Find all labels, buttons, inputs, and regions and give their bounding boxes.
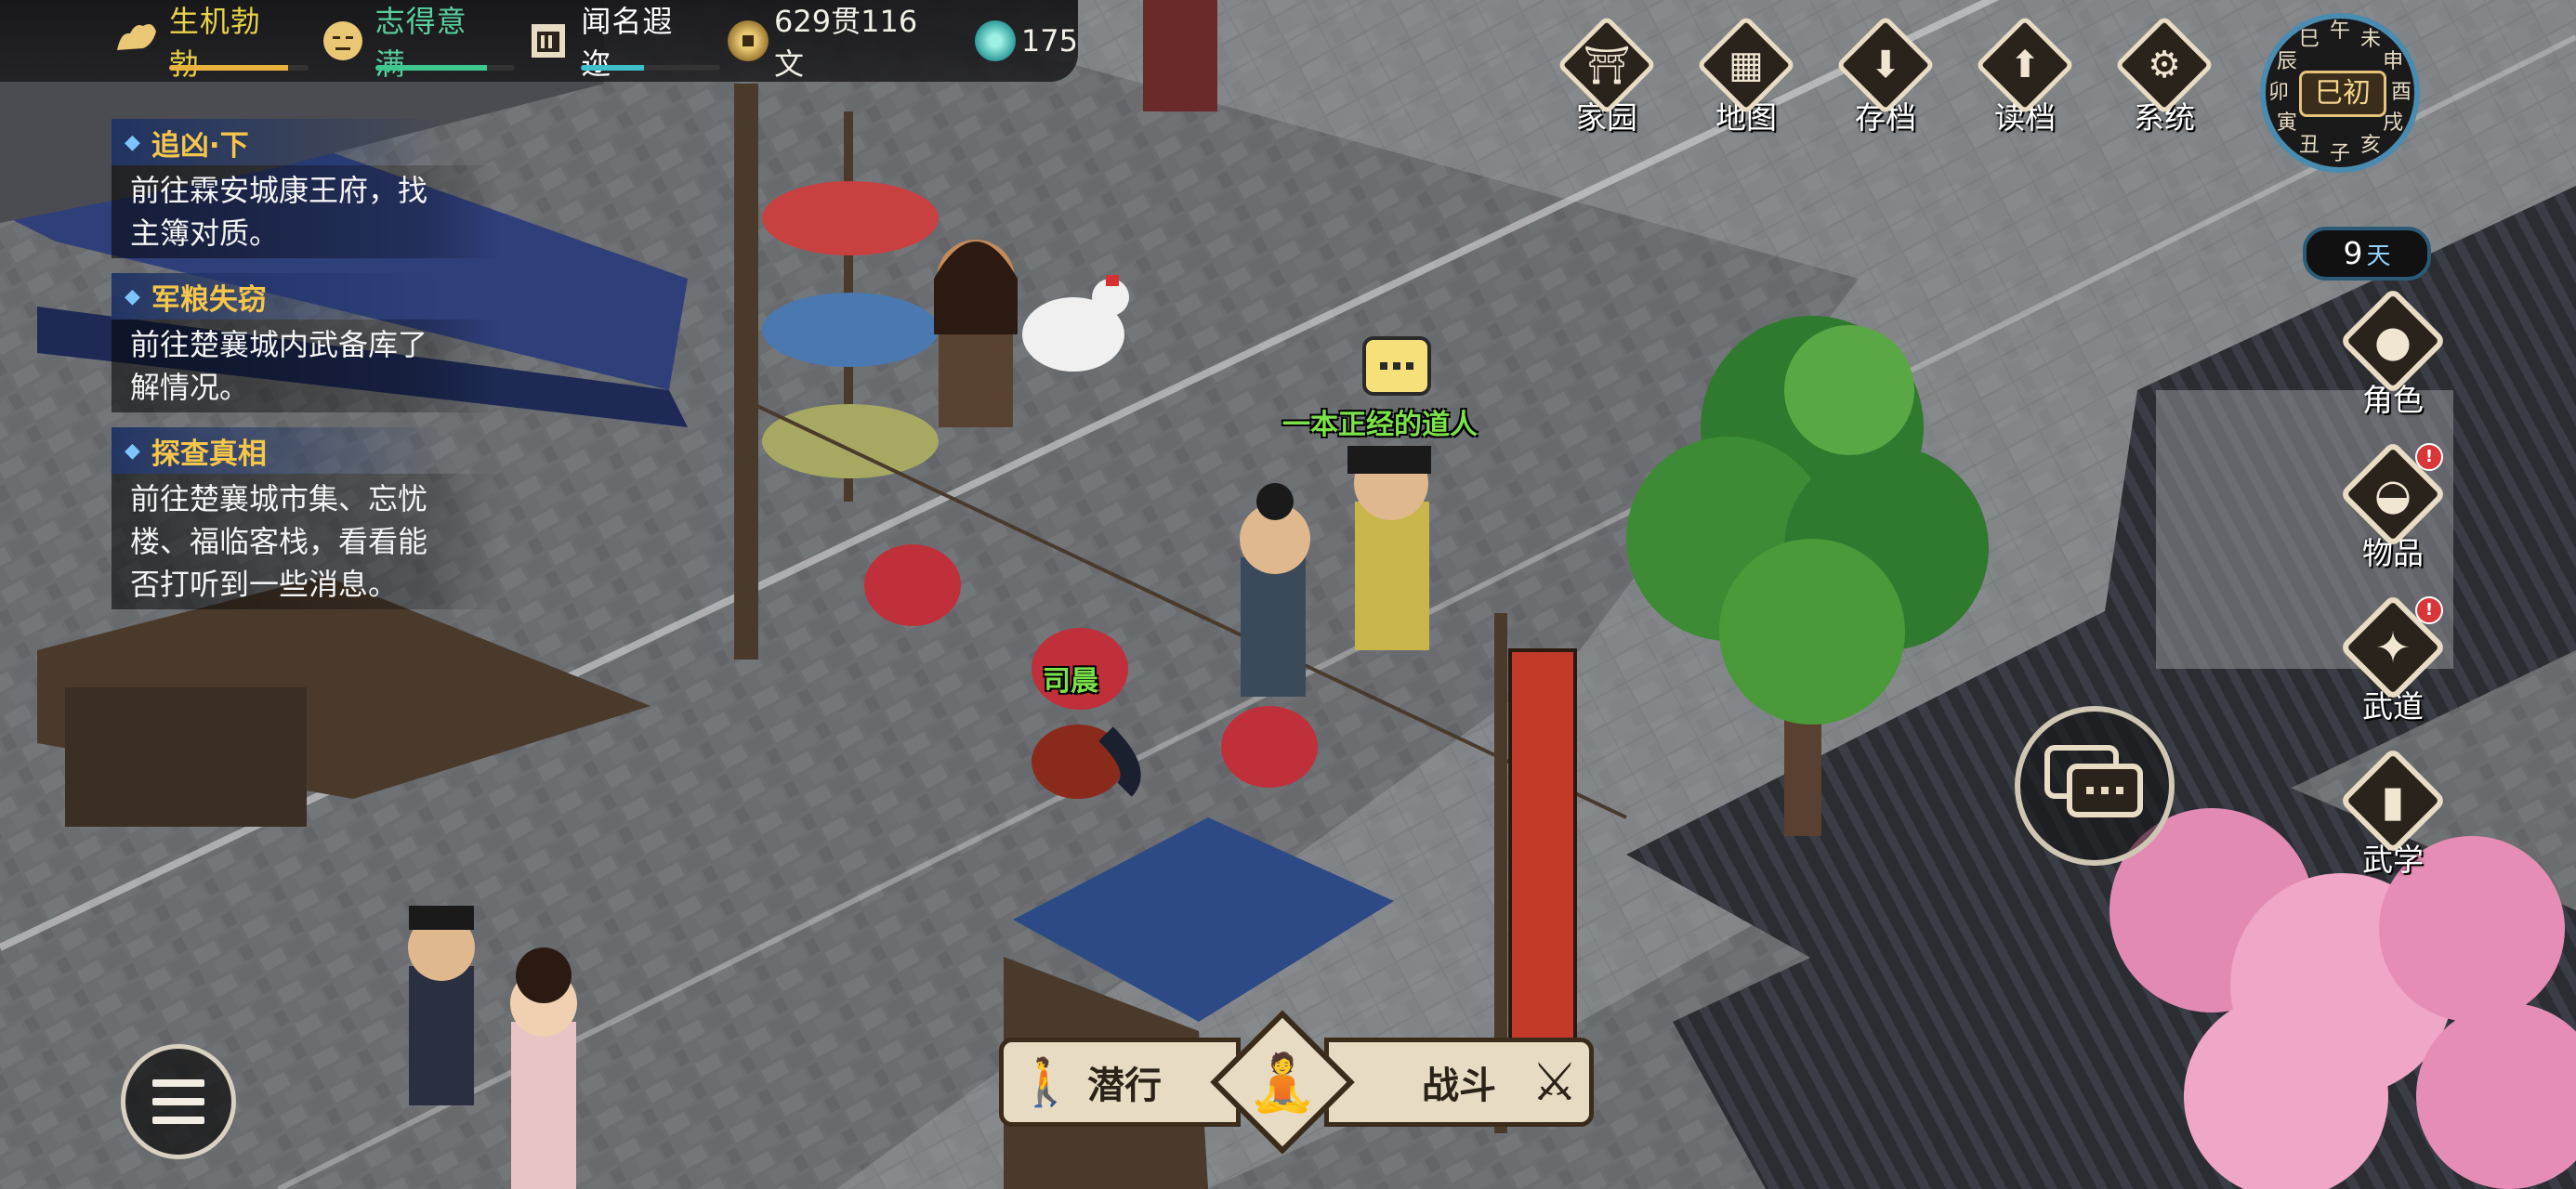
stat-fame-label: 闻名遐迩: [581, 4, 674, 82]
day-counter: 9天: [2303, 227, 2431, 281]
day-unit: 天: [2366, 242, 2391, 270]
notification-badge: !: [2415, 443, 2443, 471]
diamond-icon: ◆: [125, 438, 140, 463]
hour-marker: 午: [2329, 20, 2350, 43]
action-bar: 🚶 潜行 战斗 ⚔ 🧘: [999, 1017, 1594, 1147]
quest-item[interactable]: ◆ 追凶·下 前往霖安城康王府，找 主簿对质。: [112, 119, 502, 258]
home-button[interactable]: ⛩ 家园: [1547, 13, 1666, 137]
top-menu: ⛩ 家园 ▦ 地图 ⬇ 存档 ⬆ 读档 ⚙ 系统: [1547, 13, 2224, 137]
hour-marker: 寅: [2276, 111, 2297, 135]
side-menu: ● 角色 ! ◒ 物品 ! ✦ 武道 ▮ 武学: [2328, 290, 2467, 903]
quest-item[interactable]: ◆ 军粮失窃 前往楚襄城内武备库了 解情况。: [112, 273, 502, 412]
map-button[interactable]: ▦ 地图: [1687, 13, 1806, 137]
quest-title: ◆ 追凶·下: [112, 119, 446, 165]
system-button[interactable]: ⚙ 系统: [2105, 13, 2224, 137]
meditate-icon: 🧘: [1247, 1050, 1318, 1116]
guard-sprite: [408, 906, 475, 1105]
money-value: 629贯116文: [774, 4, 918, 82]
hour-marker: 亥: [2359, 134, 2381, 158]
stat-mood[interactable]: 志得意满: [318, 0, 515, 82]
quest-tracker: ◆ 追凶·下 前往霖安城康王府，找 主簿对质。 ◆ 军粮失窃 前往楚襄城内武备库了 …: [112, 119, 502, 624]
muscle-icon: [112, 16, 162, 66]
sneak-label: 潜行: [1087, 1065, 1162, 1107]
stat-fame[interactable]: 闻名遐迩: [523, 0, 721, 82]
quest-title-text: 军粮失窃: [151, 282, 267, 317]
load-button[interactable]: ⬆ 读档: [1965, 13, 2084, 137]
plaque-icon: [523, 16, 573, 66]
crossed-swords-icon: ⚔: [1531, 1052, 1578, 1113]
fight-button[interactable]: 战斗 ⚔: [1324, 1038, 1594, 1127]
gate-icon: ⛩: [1562, 20, 1651, 110]
money-display: 629贯116文: [728, 0, 947, 84]
vendor-sprite: [934, 240, 1018, 427]
stat-fame-bar: [581, 65, 721, 71]
hamburger-icon: [152, 1098, 204, 1105]
meditate-button[interactable]: 🧘: [1213, 1017, 1352, 1147]
hamburger-icon: [152, 1079, 204, 1087]
jade-value: 175: [1020, 23, 1078, 59]
diamond-icon: ◆: [125, 284, 140, 308]
stat-mood-fill: [375, 65, 487, 71]
npc-name-label: 一本正经的道人: [1282, 401, 1478, 442]
stat-health-label: 生机勃勃: [168, 4, 261, 82]
quest-item[interactable]: ◆ 探查真相 前往楚襄城市集、忘忧 楼、福临客栈，看看能 否打听到一些消息。: [112, 427, 502, 609]
stat-fame-fill: [581, 65, 644, 71]
gear-icon: ⚙: [2120, 20, 2209, 110]
chat-button[interactable]: [2015, 706, 2175, 866]
martial-arts-button[interactable]: ▮ 武学: [2328, 750, 2458, 903]
fight-label: 战斗: [1422, 1065, 1496, 1107]
martial-path-button[interactable]: ! ✦ 武道: [2328, 596, 2458, 750]
npc-taoist-sprite: [1347, 446, 1431, 650]
quest-description: 前往楚襄城市集、忘忧 楼、福临客栈，看看能 否打听到一些消息。: [112, 474, 502, 609]
person-icon: ●: [2342, 290, 2444, 392]
main-menu-button[interactable]: [121, 1044, 236, 1159]
quest-title-text: 追凶·下: [151, 128, 249, 163]
quest-description: 前往霖安城康王府，找 主簿对质。: [112, 165, 502, 258]
quest-description: 前往楚襄城内武备库了 解情况。: [112, 320, 502, 412]
sneak-button[interactable]: 🚶 潜行: [999, 1038, 1241, 1127]
player-name-label: 司晨: [1043, 658, 1098, 699]
player-name-text: 司晨: [1043, 665, 1098, 698]
hour-marker: 巳: [2298, 27, 2320, 51]
quest-title: ◆ 军粮失窃: [112, 273, 446, 320]
face-icon: [318, 16, 368, 66]
diamond-icon: ◆: [125, 130, 140, 154]
day-number: 9: [2343, 235, 2363, 271]
stat-health[interactable]: 生机勃勃: [112, 0, 309, 82]
items-button[interactable]: ! ◒ 物品: [2328, 443, 2458, 596]
hamburger-icon: [152, 1117, 204, 1124]
notification-badge: !: [2415, 596, 2443, 624]
save-icon: ⬇: [1841, 20, 1930, 110]
jade-display: 175: [974, 20, 1078, 61]
current-time: 巳初: [2299, 71, 2386, 117]
coin-icon: [728, 20, 769, 61]
hour-marker: 酉: [2390, 81, 2412, 104]
quest-title-text: 探查真相: [151, 437, 267, 471]
load-icon: ⬆: [1980, 20, 2070, 110]
quest-title: ◆ 探查真相: [112, 427, 446, 474]
stat-health-fill: [169, 65, 288, 71]
map-icon: ▦: [1702, 20, 1791, 110]
sneak-icon: 🚶: [1017, 1054, 1075, 1109]
villager-top-sprite: [1143, 0, 1217, 111]
save-button[interactable]: ⬇ 存档: [1826, 13, 1945, 137]
book-icon: ▮: [2342, 750, 2444, 852]
character-button[interactable]: ● 角色: [2328, 290, 2458, 443]
npc-name-text: 一本正经的道人: [1282, 409, 1478, 441]
stat-mood-bar: [375, 65, 515, 71]
status-bar: 生机勃勃 志得意满 闻名遐迩 629贯116文 175: [0, 0, 1078, 82]
stat-mood-label: 志得意满: [375, 4, 467, 82]
jade-icon: [974, 20, 1016, 61]
player-sprite: [1240, 483, 1310, 697]
time-dial[interactable]: 子丑寅卯辰巳午未申酉戌亥 巳初: [2260, 13, 2427, 199]
hour-marker: 子: [2329, 142, 2350, 165]
stat-health-bar: [169, 65, 309, 71]
chat-bubble-icon: [2044, 745, 2143, 817]
hour-marker: 卯: [2267, 81, 2289, 104]
lady-sprite: [510, 947, 577, 1189]
npc-speech-bubble[interactable]: [1362, 336, 1431, 396]
